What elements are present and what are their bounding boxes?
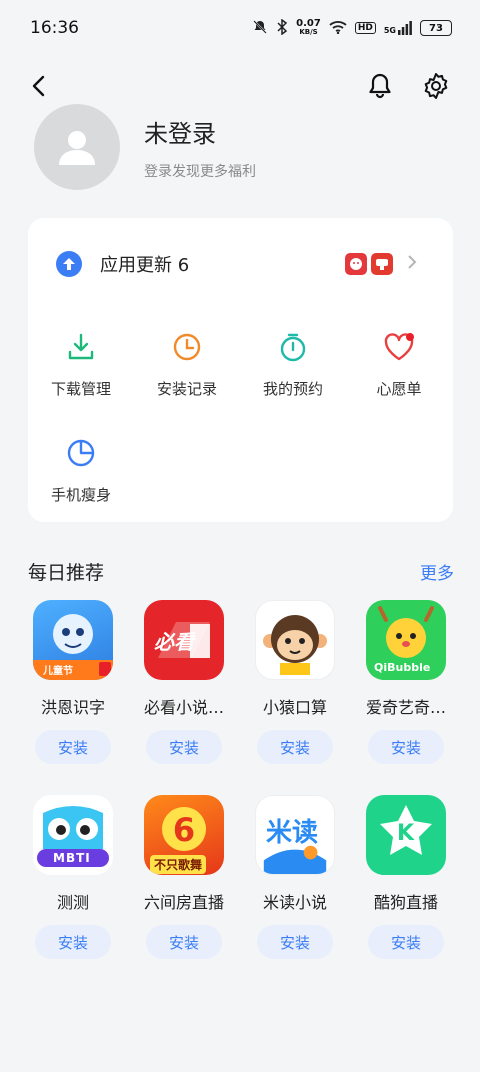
app-name: 小猿口算: [262, 698, 327, 717]
install-button[interactable]: 安装: [35, 730, 111, 764]
baidu-app-icon: [371, 253, 393, 275]
app-icon-caption: 必看: [154, 630, 194, 654]
app-name: 必看小说…: [143, 698, 224, 717]
download-icon: [64, 330, 98, 364]
profile-header: 未登录 登录发现更多福利: [34, 102, 454, 192]
tool-label: 我的预约: [262, 380, 323, 398]
app-icon-midu[interactable]: 米读: [255, 795, 335, 875]
section-title: 每日推荐: [28, 562, 105, 584]
app-card: 6 不只歌舞 六间房直播 安装: [134, 795, 234, 959]
profile-text: 未登录 登录发现更多福利: [144, 114, 256, 181]
app-icon-hongen[interactable]: 儿童节: [33, 600, 113, 680]
clock-icon: [170, 330, 204, 364]
tool-label: 心愿单: [376, 380, 422, 398]
app-update-row[interactable]: 应用更新 6: [28, 218, 453, 310]
app-icon-cece[interactable]: MBTI: [33, 795, 113, 875]
download-manager[interactable]: 下载管理: [28, 330, 134, 410]
app-icon-caption: MBTI: [53, 851, 91, 865]
gear-icon: [424, 73, 448, 99]
hd-badge: HD: [354, 22, 376, 34]
app-card: 米读 米读小说 安装: [245, 795, 345, 959]
pie-icon: [64, 436, 98, 470]
notifications-button[interactable]: [360, 66, 400, 106]
tool-label: 安装记录: [156, 380, 217, 398]
app-card: 必看 必看小说… 安装: [134, 600, 234, 764]
bluetooth-icon: [276, 18, 288, 38]
heart-icon: [382, 330, 416, 364]
install-button[interactable]: 安装: [257, 730, 333, 764]
status-icons: 0.07 KB/S HD 5G 73: [252, 18, 452, 38]
app-icon-caption: QiBubble: [374, 661, 431, 674]
install-button[interactable]: 安装: [146, 730, 222, 764]
app-icon-caption: 不只歌舞: [150, 855, 207, 874]
app-name: 测测: [56, 893, 89, 912]
avatar[interactable]: [34, 104, 120, 190]
svg-text:6: 6: [173, 811, 195, 849]
app-icon-qibubble[interactable]: QiBubble: [366, 600, 446, 680]
battery-indicator: 73: [420, 20, 452, 36]
bell-icon: [369, 73, 391, 99]
install-button[interactable]: 安装: [368, 925, 444, 959]
status-time: 16:36: [30, 18, 79, 38]
app-name: 六间房直播: [143, 893, 224, 912]
daily-section-header: 每日推荐 更多: [28, 558, 454, 585]
app-icon-liujianfang[interactable]: 6 不只歌舞: [144, 795, 224, 875]
app-name: 酷狗直播: [373, 893, 438, 912]
app-icon-caption: 米读: [266, 818, 319, 848]
app-name: 洪恩识字: [40, 698, 105, 717]
wifi-icon: [329, 20, 347, 37]
mute-bell-icon: [252, 19, 268, 38]
app-icon-caption: K: [397, 821, 415, 846]
signal-icon: 5G: [384, 21, 412, 35]
my-apps-card: 应用更新 6 下载管理 安装记录 我的预约 心愿单 手机瘦身: [28, 218, 453, 522]
chevron-right-icon: [407, 254, 417, 274]
app-card: QiBubble 爱奇艺奇… 安装: [356, 600, 456, 764]
tool-label: 手机瘦身: [50, 486, 111, 504]
app-card: K 酷狗直播 安装: [356, 795, 456, 959]
more-link[interactable]: 更多: [420, 559, 454, 584]
install-button[interactable]: 安装: [35, 925, 111, 959]
app-icon-kugou[interactable]: K: [366, 795, 446, 875]
app-card: 小猿口算 安装: [245, 600, 345, 764]
back-button[interactable]: [20, 66, 60, 106]
settings-button[interactable]: [416, 66, 456, 106]
app-name: 米读小说: [262, 893, 327, 912]
install-button[interactable]: 安装: [257, 925, 333, 959]
wishlist[interactable]: 心愿单: [346, 330, 452, 410]
install-button[interactable]: 安装: [146, 925, 222, 959]
jd-app-icon: [345, 253, 367, 275]
app-card: MBTI 测测 安装: [23, 795, 123, 959]
app-icon-bikan[interactable]: 必看: [144, 600, 224, 680]
install-history[interactable]: 安装记录: [134, 330, 240, 410]
app-icon-xiaoyuan[interactable]: [255, 600, 335, 680]
status-bar: 16:36 0.07 KB/S HD 5G 73: [0, 0, 480, 56]
tool-label: 下载管理: [50, 380, 111, 398]
app-card: 儿童节 洪恩识字 安装: [23, 600, 123, 764]
app-name: 爱奇艺奇…: [365, 698, 446, 717]
app-update-label: 应用更新 6: [100, 255, 190, 276]
login-subtitle: 登录发现更多福利: [144, 163, 256, 180]
phone-cleaner[interactable]: 手机瘦身: [28, 436, 134, 516]
my-reservations[interactable]: 我的预约: [240, 330, 346, 410]
update-arrow-icon: [56, 251, 82, 277]
net-speed: 0.07 KB/S: [296, 18, 321, 37]
login-title[interactable]: 未登录: [144, 114, 256, 149]
user-placeholder-icon: [59, 131, 95, 165]
install-button[interactable]: 安装: [368, 730, 444, 764]
back-arrow-icon: [32, 75, 45, 97]
timer-icon: [276, 330, 310, 364]
app-icon-caption: 儿童节: [43, 666, 73, 677]
